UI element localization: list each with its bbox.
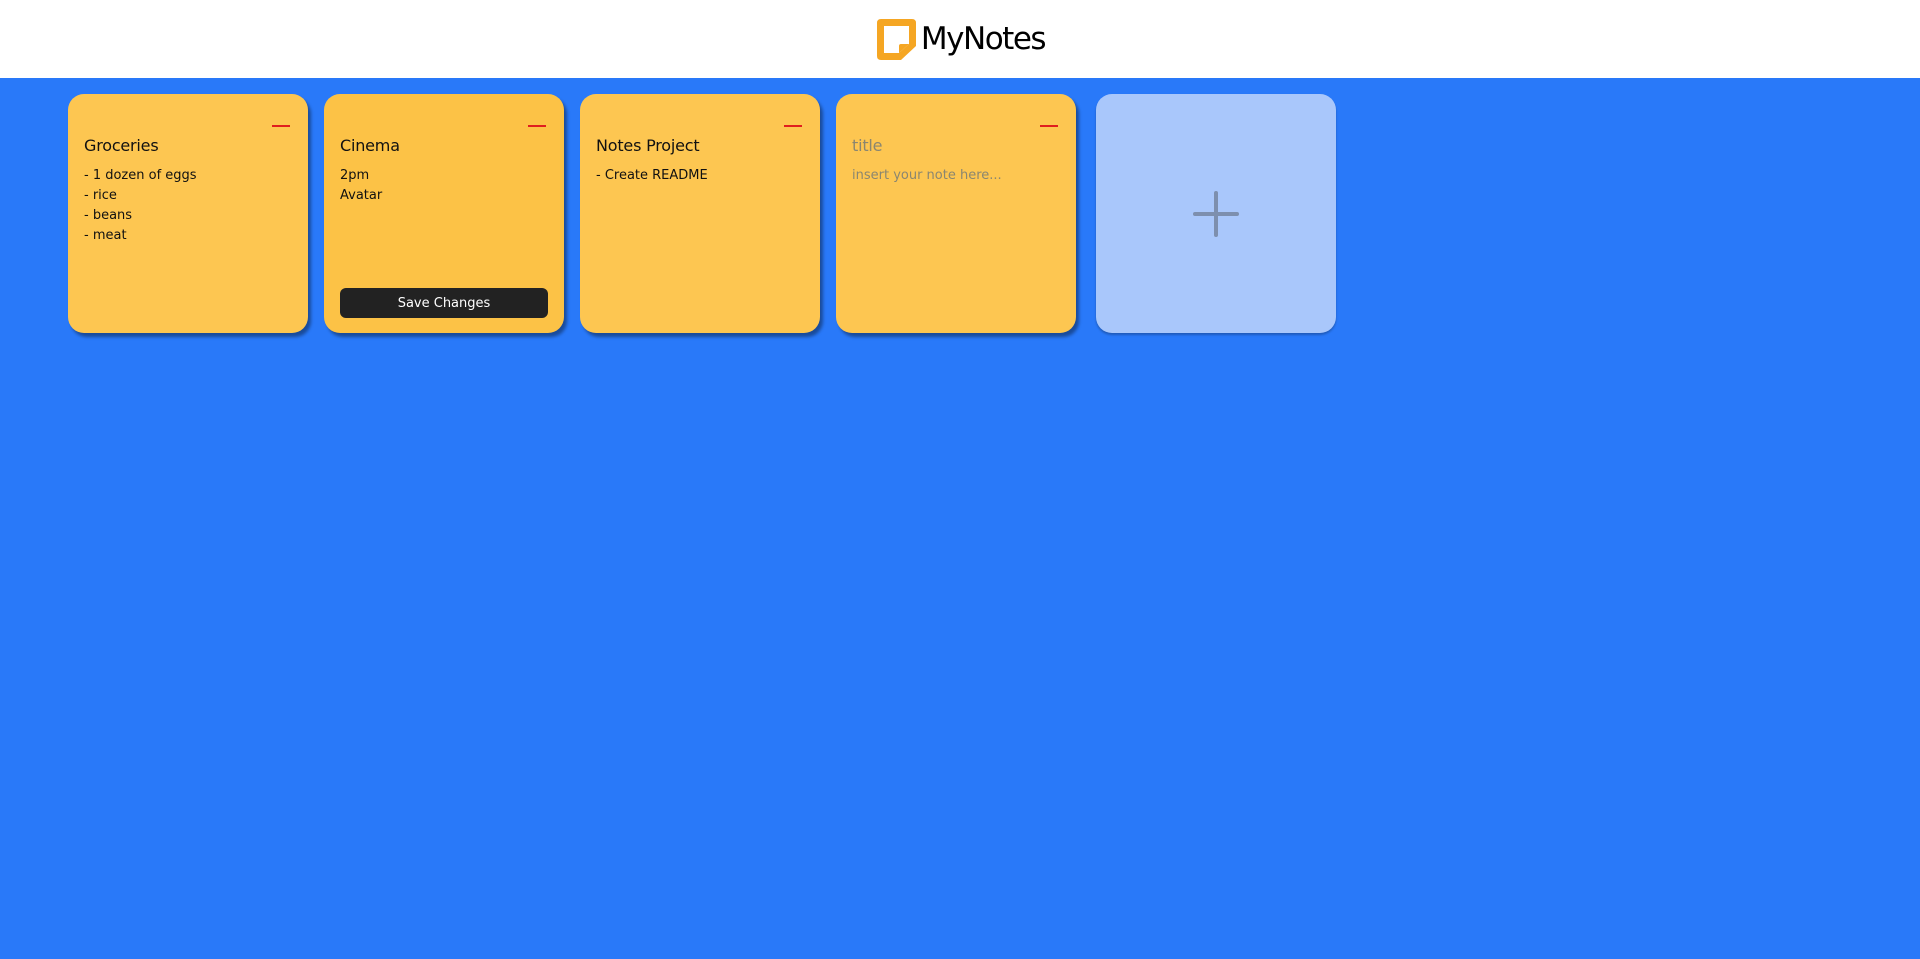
note-body[interactable]: - 1 dozen of eggs - rice - beans - meat [84, 166, 292, 246]
note-body[interactable]: 2pm Avatar [340, 166, 548, 206]
minus-icon [1040, 125, 1058, 127]
delete-note-button[interactable] [272, 120, 290, 132]
delete-note-button[interactable] [528, 120, 546, 132]
minus-icon [272, 125, 290, 127]
minus-icon [784, 125, 802, 127]
note-line: - Create README [596, 168, 708, 183]
note-title[interactable]: Groceries [84, 136, 292, 156]
add-note-button[interactable] [1096, 94, 1336, 333]
note-line: - rice [84, 188, 117, 203]
note-body[interactable]: - Create README [596, 166, 804, 186]
note-title[interactable]: Notes Project [596, 136, 804, 156]
note-line: - 1 dozen of eggs [84, 168, 197, 183]
save-changes-button[interactable]: Save Changes [340, 288, 548, 318]
note-title[interactable]: Cinema [340, 136, 548, 156]
note-card[interactable]: Notes Project - Create README [580, 94, 820, 333]
sticky-note-icon [876, 19, 916, 60]
brand: MyNotes [875, 16, 1047, 62]
note-line: Avatar [340, 188, 383, 203]
note-line: 2pm [340, 168, 370, 183]
notes-grid: Groceries - 1 dozen of eggs - rice - bea… [68, 94, 1336, 333]
delete-note-button[interactable] [784, 120, 802, 132]
app-header: MyNotes [0, 0, 1920, 78]
title-input[interactable]: title [852, 136, 1060, 156]
note-line: - beans [84, 208, 133, 223]
note-card[interactable]: Cinema 2pm Avatar Save Changes [324, 94, 564, 333]
note-line: - meat [84, 228, 127, 243]
minus-icon [528, 125, 546, 127]
plus-icon [1193, 190, 1239, 237]
note-body-input[interactable]: insert your note here... [852, 166, 1060, 186]
delete-note-button[interactable] [1040, 120, 1058, 132]
app-title: MyNotes [920, 21, 1047, 57]
new-note-card[interactable]: title insert your note here... [836, 94, 1076, 333]
note-card[interactable]: Groceries - 1 dozen of eggs - rice - bea… [68, 94, 308, 333]
